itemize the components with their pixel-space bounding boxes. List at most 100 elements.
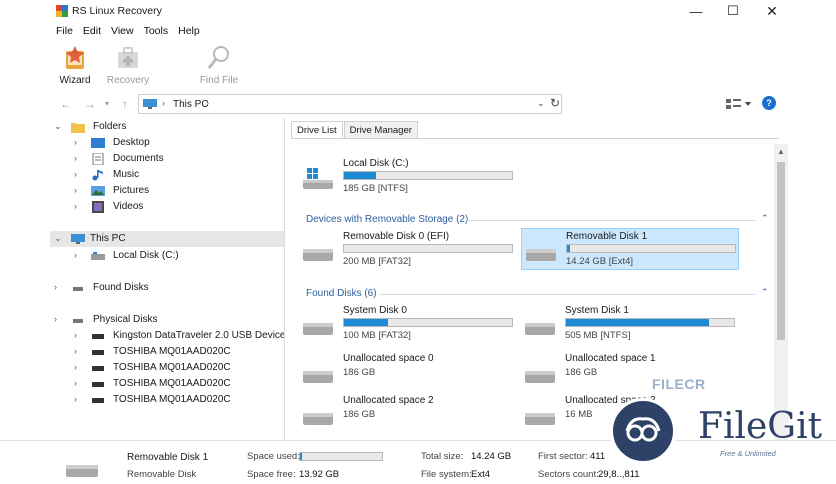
chevron-right-icon[interactable]: › [74,201,84,211]
drive-icon [73,319,83,323]
tree-item-physical-disks[interactable]: › Physical Disks [54,312,284,328]
sectors-count-label: Sectors count: [538,469,599,480]
tree-item-physical-disk[interactable]: › TOSHIBA MQ01AAD020C [74,376,284,392]
drive-tile-unallocated-0[interactable]: Unallocated space 0 186 GB [301,351,519,391]
drive-tile-unallocated-1[interactable]: Unallocated space 1 186 GB [523,351,741,391]
chevron-right-icon[interactable]: › [74,137,84,147]
menu-view[interactable]: View [110,22,139,40]
tree-item-pictures[interactable]: › Pictures [74,183,284,199]
drive-info: 16 MB [565,409,593,420]
drive-icon [303,413,333,425]
menu-tools[interactable]: Tools [143,22,174,40]
tree-item-folders[interactable]: ⌄ Folders [54,119,284,135]
filegit-logo [610,398,676,464]
space-used-fill [300,453,302,460]
chevron-right-icon[interactable]: › [74,330,84,340]
maximize-button[interactable]: ☐ [713,0,753,22]
up-arrow-icon[interactable]: ↑ [117,96,133,112]
tree-item-documents[interactable]: › Documents [74,151,284,167]
tree-label: Physical Disks [93,314,158,325]
drive-icon [66,465,98,477]
back-arrow-icon[interactable]: ← [58,96,74,112]
chevron-right-icon[interactable]: › [74,346,84,356]
drive-tile-local-c[interactable]: Local Disk (C:) 185 GB [NTFS] [301,156,519,196]
window-title: RS Linux Recovery [72,5,162,17]
menu-help[interactable]: Help [177,22,205,40]
collapse-chevron-icon[interactable]: ⌃ [761,213,769,224]
tree-item-physical-disk[interactable]: › TOSHIBA MQ01AAD020C [74,344,284,360]
drive-usage-bar [565,318,735,327]
menu-edit[interactable]: Edit [82,22,106,40]
chevron-right-icon[interactable]: › [74,250,84,260]
scrollbar-thumb[interactable] [777,162,785,340]
drive-name: System Disk 0 [343,305,407,316]
drive-tile-system-1[interactable]: System Disk 1 505 MB [NTFS] [523,303,741,343]
selected-drive-name: Removable Disk 1 [127,452,209,463]
minimize-button[interactable]: — [676,0,716,22]
find-file-button[interactable]: Find File [194,43,244,89]
chevron-right-icon[interactable]: › [74,362,84,372]
chevron-right-icon[interactable]: › [74,394,84,404]
address-dropdown-icon[interactable]: ⌄ [537,98,545,109]
tree-label: TOSHIBA MQ01AAD020C [113,346,231,357]
tree-label: TOSHIBA MQ01AAD020C [113,394,231,405]
section-divider [465,220,755,221]
tree-item-this-pc[interactable]: ⌄ This PC [50,231,284,247]
chevron-right-icon[interactable]: › [74,153,84,163]
drive-tile-removable-0[interactable]: Removable Disk 0 (EFI) 200 MB [FAT32] [301,229,519,269]
view-options-icon[interactable] [724,96,754,112]
tree-label: Folders [93,121,127,132]
menu-file[interactable]: File [55,22,78,40]
drive-tile-removable-1[interactable]: Removable Disk 1 14.24 GB [Ext4] [521,228,739,270]
tree-item-found-disks[interactable]: › Found Disks [54,280,284,296]
section-header-found: Found Disks (6) [306,288,377,299]
tree-item-physical-disk[interactable]: › TOSHIBA MQ01AAD020C [74,392,284,408]
chevron-right-icon[interactable]: › [74,378,84,388]
chevron-right-icon[interactable]: › [54,282,64,292]
chevron-down-icon[interactable]: ⌄ [54,233,64,244]
tree-item-local-disk[interactable]: › Local Disk (C:) [74,248,284,264]
scroll-up-icon[interactable]: ▲ [777,147,785,156]
find-file-label: Find File [199,75,239,86]
drive-tile-unallocated-2[interactable]: Unallocated space 2 186 GB [301,393,519,433]
address-bar[interactable]: › This PC › ⌄ ↻ [138,94,562,114]
drive-name: System Disk 1 [565,305,629,316]
collapse-chevron-icon[interactable]: ⌃ [761,287,769,298]
drive-info: 185 GB [NTFS] [343,183,408,194]
breadcrumb[interactable]: This PC [173,99,209,110]
forward-arrow-icon[interactable]: → [82,96,98,112]
refresh-icon[interactable]: ↻ [550,96,560,110]
wizard-button[interactable]: Wizard [50,43,100,89]
folder-tree: ⌄ Folders › Desktop › Documents › Music … [50,118,286,438]
chevron-down-icon[interactable]: ⌄ [54,121,64,132]
close-button[interactable]: ✕ [752,0,792,22]
tree-item-physical-disk[interactable]: › Kingston DataTraveler 2.0 USB Device [74,328,286,344]
drive-name: Unallocated space 0 [343,353,434,364]
chevron-right-icon[interactable]: › [74,185,84,195]
magnifier-icon [207,46,229,69]
drive-icon [92,334,104,339]
drive-usage-bar [343,244,513,253]
recovery-button[interactable]: Recovery [103,43,153,89]
tab-drive-list[interactable]: Drive List [291,121,343,139]
help-icon[interactable]: ? [762,96,776,110]
chevron-right-icon[interactable]: › [206,98,209,108]
tree-item-videos[interactable]: › Videos [74,199,284,215]
chevron-right-icon[interactable]: › [74,169,84,179]
drive-info: 14.24 GB [Ext4] [566,256,634,267]
tree-item-music[interactable]: › Music [74,167,284,183]
tree-label: Pictures [113,185,150,196]
drive-icon [525,323,555,335]
drive-info: 505 MB [NTFS] [565,330,631,341]
tree-item-physical-disk[interactable]: › TOSHIBA MQ01AAD020C [74,360,284,376]
tree-item-desktop[interactable]: › Desktop [74,135,284,151]
drive-icon [92,398,104,403]
total-size-value: 14.24 GB [471,451,512,462]
wizard-icon [66,46,84,69]
tab-drive-manager[interactable]: Drive Manager [343,121,418,139]
drive-tile-system-0[interactable]: System Disk 0 100 MB [FAT32] [301,303,519,343]
chevron-right-icon[interactable]: › [162,98,165,108]
drive-name: Local Disk (C:) [343,158,409,169]
chevron-right-icon[interactable]: › [54,314,64,324]
history-chevron-icon[interactable]: ▾ [99,96,115,112]
